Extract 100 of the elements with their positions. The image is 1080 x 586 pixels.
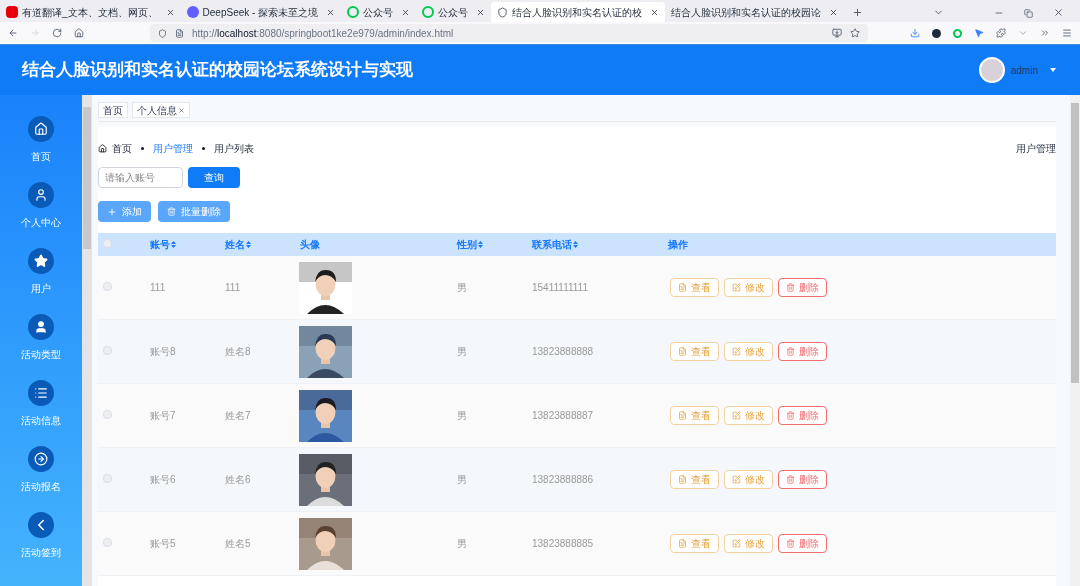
browser-tab[interactable]: DeepSeek - 探索未至之境 bbox=[180, 2, 342, 22]
trash-icon bbox=[786, 411, 795, 420]
close-icon[interactable] bbox=[178, 106, 185, 114]
checkbox[interactable] bbox=[103, 410, 112, 419]
close-icon[interactable] bbox=[829, 7, 839, 17]
tab-title: 公众号 bbox=[438, 5, 469, 20]
view-button[interactable]: 查看 bbox=[670, 534, 719, 553]
browser-tab[interactable]: 结合人脸识别和实名认证的校园论 bbox=[665, 2, 845, 22]
table-cell: 13823888886 bbox=[532, 474, 594, 485]
table-cell: 账号7 bbox=[150, 410, 176, 421]
plus-icon bbox=[107, 206, 117, 217]
close-icon[interactable] bbox=[650, 7, 660, 17]
sort-icon[interactable] bbox=[246, 241, 251, 248]
column-header: 头像 bbox=[300, 238, 320, 252]
sort-icon[interactable] bbox=[478, 241, 483, 248]
edit-button[interactable]: 修改 bbox=[724, 470, 773, 489]
search-field[interactable]: 请输入账号 bbox=[98, 167, 183, 188]
view-button[interactable]: 查看 bbox=[670, 278, 719, 297]
checkbox[interactable] bbox=[103, 474, 112, 483]
edit-button[interactable]: 修改 bbox=[724, 534, 773, 553]
user-name[interactable]: admin bbox=[1010, 62, 1038, 78]
page-tab[interactable]: 个人信息 bbox=[132, 102, 190, 118]
page-tab[interactable]: 首页 bbox=[98, 102, 128, 118]
column-header: 账号 bbox=[150, 238, 170, 252]
table-cell: 男 bbox=[457, 346, 467, 357]
trash-icon bbox=[167, 207, 176, 216]
restore-icon[interactable] bbox=[1024, 9, 1033, 18]
table-cell: 账号8 bbox=[150, 346, 176, 357]
sidebar-item[interactable]: 活动签到 bbox=[21, 512, 61, 560]
edit-button[interactable]: 修改 bbox=[724, 278, 773, 297]
delete-button[interactable]: 删除 bbox=[778, 278, 827, 297]
caret-icon[interactable] bbox=[1050, 68, 1056, 72]
batch-delete-button[interactable]: 批量删除 bbox=[158, 201, 230, 222]
checkbox[interactable] bbox=[103, 239, 112, 248]
table-cell: 姓名7 bbox=[225, 410, 251, 421]
delete-button[interactable]: 删除 bbox=[778, 534, 827, 553]
view-button[interactable]: 查看 bbox=[670, 470, 719, 489]
address-bar[interactable]: http://localhost:8080/springboot1ke2e979/admin/index.html bbox=[150, 24, 868, 42]
close-icon[interactable] bbox=[401, 7, 411, 17]
breadcrumb-item[interactable]: 用户管理 bbox=[153, 140, 193, 156]
checkbox[interactable] bbox=[103, 538, 112, 547]
url-text: http://localhost:8080/springboot1ke2e979/admin/index.html bbox=[192, 26, 454, 41]
cursor-icon[interactable] bbox=[974, 28, 984, 38]
download-icon[interactable] bbox=[910, 28, 920, 38]
sidebar-item[interactable]: 个人中心 bbox=[21, 182, 61, 230]
table-cell: 姓名6 bbox=[225, 474, 251, 485]
app-title: 结合人脸识别和实名认证的校园论坛系统设计与实现 bbox=[22, 59, 413, 82]
bookmark-icon[interactable] bbox=[850, 28, 860, 38]
document-icon bbox=[678, 539, 687, 548]
view-button[interactable]: 查看 bbox=[670, 342, 719, 361]
install-icon[interactable] bbox=[832, 28, 842, 38]
puzzle-icon[interactable] bbox=[996, 28, 1006, 38]
delete-button[interactable]: 删除 bbox=[778, 406, 827, 425]
back-icon[interactable] bbox=[8, 28, 18, 38]
browser-tab[interactable]: 公众号 bbox=[341, 2, 417, 22]
home-icon[interactable] bbox=[74, 28, 84, 38]
scrollbar[interactable] bbox=[1070, 95, 1080, 586]
edit-icon bbox=[732, 283, 741, 292]
menu-icon[interactable] bbox=[1062, 28, 1072, 38]
overflow-icon[interactable] bbox=[1040, 28, 1050, 38]
view-button[interactable]: 查看 bbox=[670, 406, 719, 425]
sidebar-item[interactable]: 活动信息 bbox=[21, 380, 61, 428]
checkbox[interactable] bbox=[103, 346, 112, 355]
breadcrumb-item[interactable]: 首页 bbox=[112, 140, 132, 156]
page-heading: 用户管理 bbox=[1016, 141, 1056, 156]
checkbox[interactable] bbox=[103, 282, 112, 291]
list-icon bbox=[34, 386, 48, 400]
column-header: 姓名 bbox=[225, 238, 245, 252]
sidebar-item[interactable]: 活动类型 bbox=[21, 314, 61, 362]
add-button[interactable]: 添加 bbox=[98, 201, 151, 222]
tab-title: 公众号 bbox=[363, 5, 394, 20]
sort-icon[interactable] bbox=[171, 241, 176, 248]
sort-icon[interactable] bbox=[573, 241, 578, 248]
table-cell: 男 bbox=[457, 538, 467, 549]
edit-button[interactable]: 修改 bbox=[724, 342, 773, 361]
reload-icon[interactable] bbox=[52, 28, 62, 38]
new-tab-icon[interactable] bbox=[852, 7, 864, 18]
search-button[interactable]: 查询 bbox=[188, 167, 240, 188]
table-cell: 15411111111 bbox=[532, 282, 588, 293]
close-icon[interactable] bbox=[326, 7, 336, 17]
tab-title: 结合人脸识别和实名认证的校 bbox=[512, 5, 643, 20]
home-icon bbox=[98, 143, 107, 153]
breadcrumb-item: 用户列表 bbox=[214, 141, 254, 156]
sidebar-item[interactable]: 活动报名 bbox=[21, 446, 61, 494]
delete-button[interactable]: 删除 bbox=[778, 342, 827, 361]
browser-tab[interactable]: 公众号 bbox=[416, 2, 492, 22]
table-cell: 13823888888 bbox=[532, 346, 594, 357]
delete-button[interactable]: 删除 bbox=[778, 470, 827, 489]
browser-tab[interactable]: 结合人脸识别和实名认证的校 bbox=[491, 2, 666, 22]
shield-icon bbox=[158, 28, 167, 38]
close-icon[interactable] bbox=[1053, 7, 1064, 18]
close-icon[interactable] bbox=[165, 7, 175, 17]
table-cell: 账号5 bbox=[150, 538, 176, 549]
avatar[interactable] bbox=[978, 57, 1005, 83]
scrollbar[interactable] bbox=[82, 95, 92, 586]
column-header: 联系电话 bbox=[532, 238, 572, 252]
close-icon[interactable] bbox=[476, 7, 486, 17]
extension-icon[interactable] bbox=[932, 28, 941, 38]
edit-button[interactable]: 修改 bbox=[724, 406, 773, 425]
browser-tab[interactable]: 有道翻译_文本、文档、网页、 bbox=[0, 2, 181, 22]
